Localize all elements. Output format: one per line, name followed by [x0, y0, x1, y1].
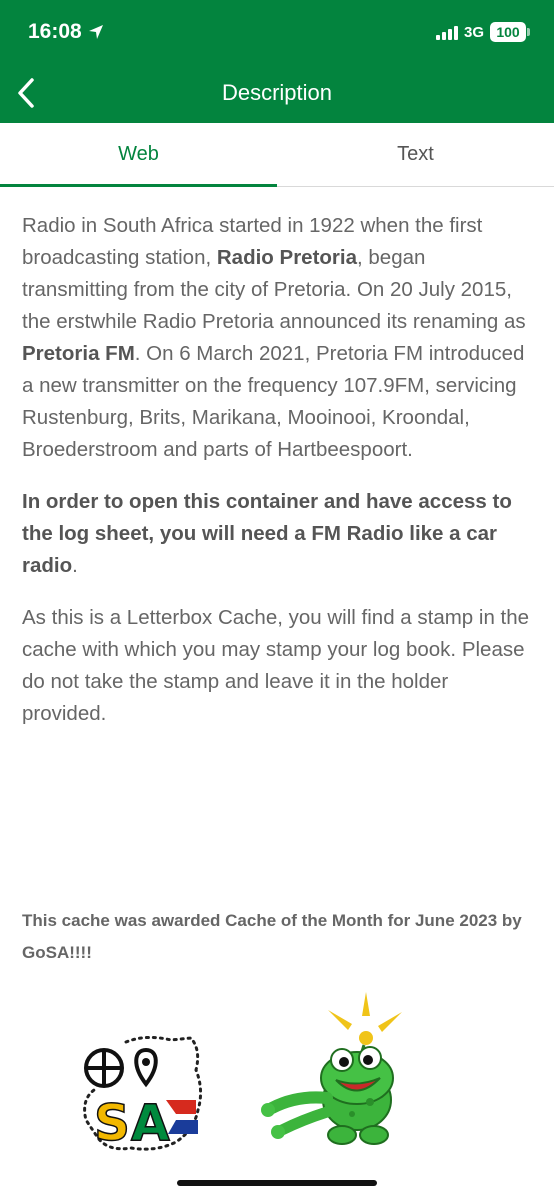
tab-text[interactable]: Text: [277, 123, 554, 186]
frog-mascot: [261, 992, 402, 1145]
tab-text-label: Text: [397, 143, 434, 165]
gosa-logo: S A: [83, 1035, 203, 1153]
page-title: Description: [221, 80, 333, 105]
location-arrow-icon: [88, 25, 103, 39]
home-indicator[interactable]: [177, 1180, 377, 1186]
svg-text:A: A: [131, 1094, 170, 1152]
tab-bar: Web Text: [0, 123, 554, 187]
network-label: 3G: [463, 23, 484, 41]
status-indicators: 3G 100: [435, 22, 530, 42]
award-text: This cache was awarded Cache of the Mont…: [22, 911, 522, 962]
tab-web[interactable]: Web: [0, 123, 277, 187]
battery-icon: 100: [490, 22, 530, 42]
p1-bold-radio-pretoria: Radio Pretoria: [216, 246, 357, 269]
p1-bold-pretoria-fm: Pretoria FM: [22, 342, 135, 365]
battery-level: 100: [490, 22, 526, 42]
description-content: Radio in South Africa started in 1922 wh…: [22, 210, 537, 750]
svg-text:S: S: [94, 1094, 130, 1152]
app-header: 16:08 3G 100 Description: [0, 0, 554, 123]
p2-bold: In order to open this container and have…: [22, 490, 512, 577]
signal-icon: [435, 24, 458, 40]
tab-web-label: Web: [118, 143, 159, 165]
status-time: 16:08: [28, 20, 104, 44]
paragraph-letterbox: As this is a Letterbox Cache, you will f…: [22, 606, 530, 725]
paragraph-instructions: In order to open this container and have…: [22, 486, 537, 582]
paragraph-history: Radio in South Africa started in 1922 wh…: [22, 210, 537, 466]
clock-text: 16:08: [28, 20, 82, 43]
p2-tail: .: [72, 554, 78, 577]
